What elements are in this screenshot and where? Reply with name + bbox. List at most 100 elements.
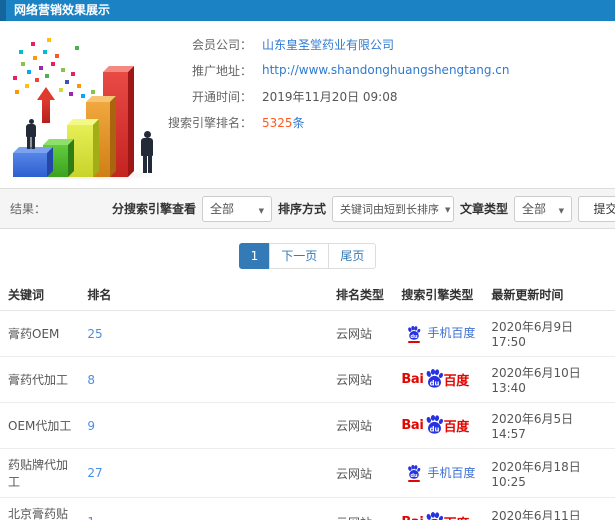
company-field: 会员公司： 山东皇圣堂药业有限公司: [155, 31, 509, 57]
update-time-cell: 2020年6月10日 13:40: [483, 356, 615, 403]
table-row: OEM代加工 9 云网站 Bai du 百度 2020年6月5日 14:57: [0, 402, 615, 449]
open-time-field: 开通时间： 2019年11月20日 09:08: [155, 83, 509, 109]
baidu-mobile-label: 手机百度: [427, 326, 476, 341]
baidu-pc-logo: Bai du 百度: [401, 369, 469, 390]
titlebar: 网络营销效果展示: [0, 0, 615, 21]
col-header-update-time: 最新更新时间: [483, 278, 615, 311]
promotion-url-link[interactable]: http://www.shandonghuangshengtang.cn: [262, 63, 509, 77]
page-title: 网络营销效果展示: [14, 3, 111, 17]
filter-bar: 结果： 分搜索引擎查看 全部 排序方式 关键词由短到长排序 文章类型 全部 提交: [0, 188, 615, 229]
caret-down-icon: [253, 202, 264, 216]
up-arrow-icon: [37, 87, 55, 123]
confetti-dots-icon: [8, 33, 10, 35]
baidu-paw-icon: du: [407, 465, 421, 483]
baidu-paw-icon: du: [425, 369, 444, 388]
submit-button[interactable]: 提交: [578, 195, 615, 222]
engine-rank-count: 5325: [262, 115, 293, 130]
article-type-select-value: 全部: [522, 202, 547, 216]
baidu-pc-logo: Bai du 百度: [401, 511, 469, 520]
rank-cell: 1: [79, 497, 328, 520]
company-link[interactable]: 山东皇圣堂药业有限公司: [262, 36, 394, 53]
caret-down-icon: [553, 202, 564, 216]
keyword-cell: 膏药OEM: [0, 310, 80, 357]
engine-cell: Bai du 百度 du 手机百度: [393, 497, 484, 520]
filter-group: 分搜索引擎查看 全部 排序方式 关键词由短到长排序 文章类型 全部 提交: [111, 195, 615, 222]
baidu-mobile-logo: du 手机百度: [401, 464, 476, 483]
update-time-cell: 2020年6月9日 17:50: [483, 310, 615, 357]
results-table-body: 膏药OEM 25 云网站 Bai du 百度: [0, 310, 615, 520]
open-time-value: 2019年11月20日 09:08: [262, 89, 398, 104]
update-time-cell: 2020年6月11日 11:18: [483, 497, 615, 520]
open-time-label: 开通时间：: [191, 89, 252, 104]
rank-cell: 8: [79, 356, 328, 403]
table-header-row: 关键词 排名 排名类型 搜索引擎类型 最新更新时间: [0, 278, 615, 311]
marketing-report-page: 网络营销效果展示 会员公司： 山东皇圣堂药业有限公司 推广地址： http://…: [0, 0, 615, 520]
table-row: 药贴牌代加工 27 云网站 Bai du 百度: [0, 448, 615, 498]
caret-down-icon: [439, 202, 450, 215]
col-header-rank: 排名: [79, 278, 328, 311]
page-1-button[interactable]: 1: [238, 243, 271, 269]
rank-type-cell: 云网站: [327, 497, 394, 520]
table-row: 膏药OEM 25 云网站 Bai du 百度: [0, 310, 615, 357]
rank-link[interactable]: 27: [87, 466, 102, 480]
article-type-label: 文章类型: [459, 202, 508, 216]
update-time-cell: 2020年6月18日 10:25: [483, 448, 615, 498]
account-info-fields: 会员公司： 山东皇圣堂药业有限公司 推广地址： http://www.shand…: [155, 31, 509, 135]
rank-type-cell: 云网站: [327, 310, 394, 357]
result-label: 结果：: [10, 202, 47, 216]
baidu-paw-icon: du: [407, 325, 421, 343]
keyword-cell: 膏药代加工: [0, 356, 80, 403]
engine-select[interactable]: 全部: [201, 195, 272, 222]
engine-cell: Bai du 百度 du 手机百度: [393, 356, 484, 403]
rank-type-cell: 云网站: [327, 356, 394, 403]
baidu-mobile-label: 手机百度: [427, 465, 476, 480]
article-type-select[interactable]: 全部: [514, 195, 572, 222]
businessman-right-figure: [137, 131, 157, 173]
engine-rank-label: 搜索引擎排名：: [167, 115, 252, 130]
promotion-url-field: 推广地址： http://www.shandonghuangshengtang.…: [155, 57, 509, 83]
rank-link[interactable]: 25: [87, 327, 102, 341]
engine-rank-unit: 条: [292, 115, 305, 130]
info-section: 会员公司： 山东皇圣堂药业有限公司 推广地址： http://www.shand…: [0, 21, 615, 188]
baidu-paw-icon: du: [425, 415, 444, 434]
company-label: 会员公司：: [191, 37, 252, 52]
svg-text:du: du: [411, 473, 419, 479]
engine-rank-field: 搜索引擎排名： 5325条: [155, 109, 509, 135]
results-table: 关键词 排名 排名类型 搜索引擎类型 最新更新时间 膏药OEM 25 云网站 B…: [0, 278, 615, 520]
next-page-button[interactable]: 下一页: [269, 243, 330, 269]
rank-type-cell: 云网站: [327, 402, 394, 449]
table-row: 膏药代加工 8 云网站 Bai du 百度 2020年6月10日 13:40: [0, 356, 615, 403]
bar-blue: [13, 153, 47, 177]
engine-select-value: 全部: [209, 202, 234, 216]
keyword-cell: 北京膏药贴牌: [0, 497, 80, 520]
rank-cell: 27: [79, 448, 328, 498]
svg-text:du: du: [429, 425, 439, 433]
baidu-paw-icon: du: [425, 511, 444, 520]
last-page-button[interactable]: 尾页: [328, 243, 377, 269]
svg-text:du: du: [429, 379, 439, 387]
rank-cell: 9: [79, 402, 328, 449]
sort-filter-label: 排序方式: [277, 202, 326, 216]
engine-cell: Bai du 百度 du 手机百度: [393, 402, 484, 449]
rank-cell: 25: [79, 310, 328, 357]
pagination: 1 下一页 尾页: [0, 243, 615, 269]
sort-select[interactable]: 关键词由短到长排序: [331, 195, 454, 222]
engine-cell: Bai du 百度 du 手机百度: [393, 448, 484, 498]
rank-link[interactable]: 8: [87, 373, 95, 387]
baidu-pc-logo: Bai du 百度: [401, 415, 469, 436]
col-header-rank-type: 排名类型: [327, 278, 394, 311]
rank-link[interactable]: 9: [87, 419, 95, 433]
promotion-url-label: 推广地址：: [191, 63, 252, 78]
baidu-mobile-logo: du 手机百度: [401, 324, 476, 343]
svg-text:du: du: [411, 334, 419, 340]
keyword-cell: OEM代加工: [0, 402, 80, 449]
col-header-engine-type: 搜索引擎类型: [393, 278, 484, 311]
rank-link[interactable]: 1: [87, 515, 95, 520]
col-header-keyword: 关键词: [0, 278, 80, 311]
engine-filter-label: 分搜索引擎查看: [111, 202, 196, 216]
engine-cell: Bai du 百度 du 手机百度: [393, 310, 484, 357]
update-time-cell: 2020年6月5日 14:57: [483, 402, 615, 449]
keyword-cell: 药贴牌代加工: [0, 448, 80, 498]
sort-select-value: 关键词由短到长排序: [339, 202, 439, 216]
rank-type-cell: 云网站: [327, 448, 394, 498]
